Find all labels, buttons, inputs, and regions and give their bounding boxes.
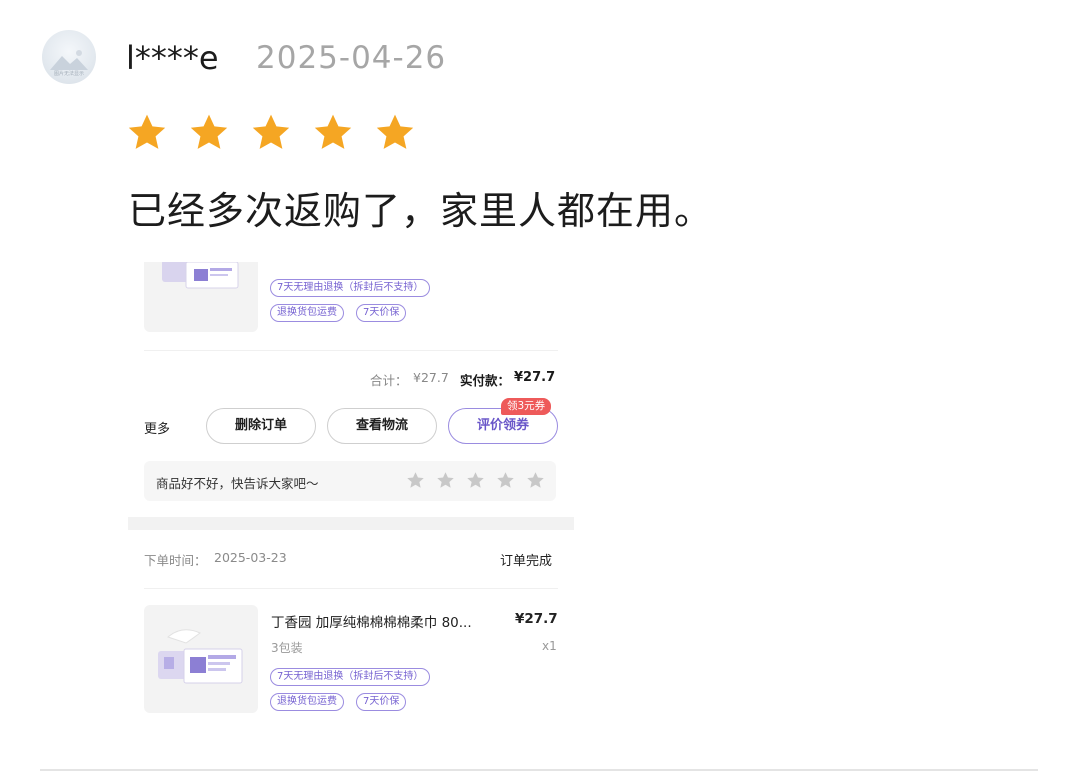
product-spec: 3包装 bbox=[271, 641, 303, 655]
star-icon bbox=[376, 114, 414, 149]
star-icon bbox=[190, 114, 228, 149]
avatar-caption: 图片无法显示 bbox=[53, 71, 84, 77]
service-tag: 7天无理由退换（拆封后不支持） bbox=[270, 279, 431, 297]
image-placeholder-icon bbox=[50, 50, 88, 70]
service-tag: 7天价保 bbox=[356, 304, 407, 322]
order-time-label: 下单时间： bbox=[144, 553, 207, 568]
rate-stars[interactable] bbox=[406, 471, 545, 490]
paid-label: 实付款： bbox=[460, 373, 511, 388]
reviewer-name[interactable]: l****e bbox=[126, 38, 219, 78]
review-text: 已经多次返购了，家里人都在用。 bbox=[128, 189, 714, 233]
section-separator bbox=[128, 517, 574, 530]
view-logistics-button[interactable]: 查看物流 bbox=[327, 408, 437, 444]
divider bbox=[144, 588, 558, 589]
star-icon[interactable] bbox=[436, 471, 455, 490]
total-label: 合计： bbox=[370, 373, 408, 388]
divider bbox=[40, 769, 1038, 771]
rate-prompt-text: 商品好不好，快告诉大家吧～ bbox=[156, 476, 319, 491]
star-icon[interactable] bbox=[406, 471, 425, 490]
avatar[interactable]: 图片无法显示 bbox=[42, 30, 96, 84]
total-value: ¥27.7 bbox=[413, 370, 449, 385]
product-title[interactable]: 丁香园 加厚纯棉棉棉棉柔巾 80... bbox=[271, 611, 507, 631]
order-time: 2025-03-23 bbox=[214, 550, 287, 565]
divider bbox=[144, 350, 558, 351]
star-icon[interactable] bbox=[466, 471, 485, 490]
product-quantity: x1 bbox=[542, 639, 557, 653]
service-tag: 7天价保 bbox=[356, 693, 407, 711]
star-icon bbox=[252, 114, 290, 149]
order-status: 订单完成 bbox=[500, 554, 553, 569]
star-icon bbox=[128, 114, 166, 149]
delete-order-button[interactable]: 删除订单 bbox=[206, 408, 316, 444]
review-image[interactable]: 7天无理由退换（拆封后不支持） 退换货包运费 7天价保 合计： ¥27.7 实付… bbox=[128, 262, 574, 718]
product-image bbox=[158, 629, 243, 684]
coupon-badge: 领3元券 bbox=[501, 398, 552, 415]
more-button[interactable]: 更多 bbox=[144, 418, 170, 437]
review-rating bbox=[126, 112, 416, 156]
product-image bbox=[162, 262, 239, 289]
service-tag: 7天无理由退换（拆封后不支持） bbox=[270, 668, 431, 686]
star-icon bbox=[314, 114, 352, 149]
product-thumbnail-top bbox=[144, 262, 258, 332]
rate-prompt: 商品好不好，快告诉大家吧～ bbox=[144, 461, 556, 501]
paid-value: ¥27.7 bbox=[514, 370, 556, 385]
product-price: ¥27.7 bbox=[515, 611, 558, 627]
review-date: 2025-04-26 bbox=[256, 40, 447, 76]
service-tag: 退换货包运费 bbox=[270, 693, 344, 711]
product-thumbnail[interactable] bbox=[144, 605, 258, 713]
star-icon[interactable] bbox=[526, 471, 545, 490]
service-tag: 退换货包运费 bbox=[270, 304, 344, 322]
star-icon[interactable] bbox=[496, 471, 515, 490]
